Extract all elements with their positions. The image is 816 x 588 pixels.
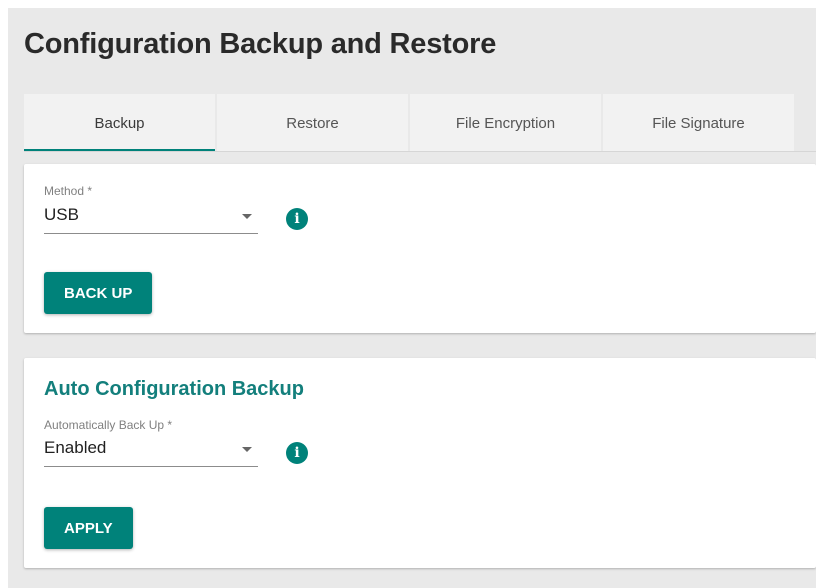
dropdown-arrow-icon <box>242 447 252 452</box>
page-title: Configuration Backup and Restore <box>24 28 497 60</box>
auto-backup-card: Auto Configuration Backup Automatically … <box>24 358 816 568</box>
auto-backup-select-value: Enabled <box>44 438 107 457</box>
back-up-button[interactable]: BACK UP <box>44 272 153 314</box>
tab-file-signature[interactable]: File Signature <box>603 94 794 152</box>
page: Configuration Backup and Restore Backup … <box>8 8 816 588</box>
tab-backup[interactable]: Backup <box>24 94 215 152</box>
auto-backup-title: Auto Configuration Backup <box>44 378 304 400</box>
tab-bar: Backup Restore File Encryption File Sign… <box>24 94 796 152</box>
apply-button[interactable]: APPLY <box>44 507 133 549</box>
method-select-value: USB <box>44 205 79 224</box>
auto-backup-label: Automatically Back Up * <box>44 418 173 432</box>
info-icon[interactable]: i <box>286 442 308 464</box>
info-icon[interactable]: i <box>286 208 308 230</box>
dropdown-arrow-icon <box>242 214 252 219</box>
tab-divider <box>24 151 816 152</box>
tab-file-encryption[interactable]: File Encryption <box>410 94 601 152</box>
tab-restore[interactable]: Restore <box>217 94 408 152</box>
backup-card: Method * USB i BACK UP <box>24 164 816 333</box>
method-select[interactable]: USB <box>44 203 258 234</box>
auto-backup-select[interactable]: Enabled <box>44 436 258 467</box>
method-label: Method * <box>44 184 93 198</box>
